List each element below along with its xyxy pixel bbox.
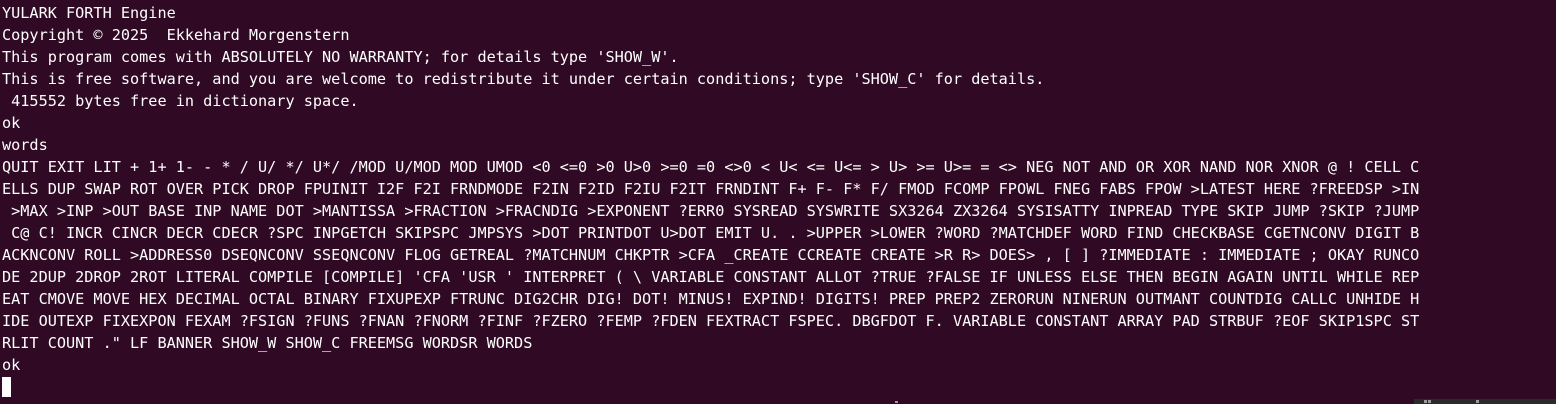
text-cursor: [2, 377, 11, 397]
ok-prompt: ok: [2, 114, 21, 132]
copyright-line: Copyright © 2025 Ekkehard Morgenstern: [2, 26, 350, 44]
words-output-line: QUIT EXIT LIT + 1+ 1- - * / U/ */ U*/ /M…: [2, 158, 1420, 176]
words-output-line: RLIT COUNT ." LF BANNER SHOW_W SHOW_C FR…: [2, 334, 533, 352]
words-output-line: ELLS DUP SWAP ROT OVER PICK DROP FPUINIT…: [2, 180, 1420, 198]
status-tick: [1476, 400, 1479, 403]
command-input-words: words: [2, 136, 48, 154]
bottom-status-strip: [1414, 399, 1556, 404]
words-output-line: IDE OUTEXP FIXEXPON FEXAM ?FSIGN ?FUNS ?…: [2, 312, 1420, 330]
scroll-marker: [895, 401, 898, 403]
banner-title: YULARK FORTH Engine: [2, 4, 176, 22]
status-tick: [1424, 400, 1427, 403]
terminal-window[interactable]: YULARK FORTH Engine Copyright © 2025 Ekk…: [0, 0, 1556, 404]
words-output-line: EAT CMOVE MOVE HEX DECIMAL OCTAL BINARY …: [2, 290, 1420, 308]
ok-prompt: ok: [2, 356, 21, 374]
words-output-line: >MAX >INP >OUT BASE INP NAME DOT >MANTIS…: [2, 202, 1420, 220]
input-line[interactable]: [2, 376, 1554, 398]
free-space-message: 415552 bytes free in dictionary space.: [2, 92, 359, 110]
words-output-line: ACKNCONV ROLL >ADDRESS0 DSEQNCONV SSEQNC…: [2, 246, 1420, 264]
words-output-line: C@ C! INCR CINCR DECR CDECR ?SPC INPGETC…: [2, 224, 1420, 242]
license-notice: This is free software, and you are welco…: [2, 70, 1045, 88]
status-tick: [1428, 400, 1431, 403]
warranty-notice: This program comes with ABSOLUTELY NO WA…: [2, 48, 679, 66]
words-output-line: DE 2DUP 2DROP 2ROT LITERAL COMPILE [COMP…: [2, 268, 1420, 286]
